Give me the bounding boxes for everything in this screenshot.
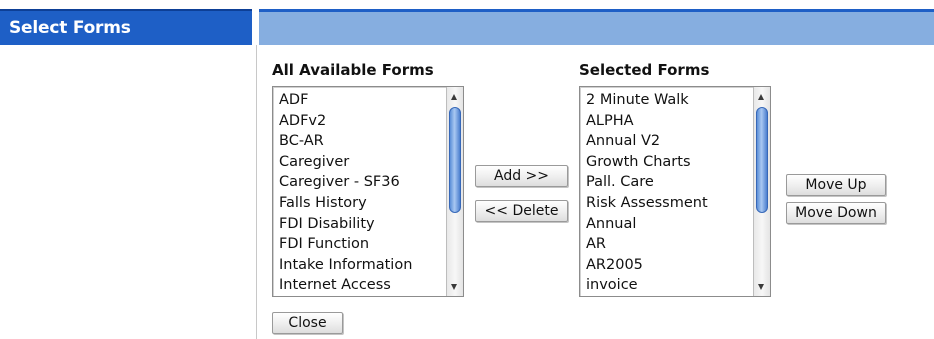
- select-forms-page: Select Forms All Available Forms ADF ADFv…: [0, 0, 934, 339]
- available-items: ADF ADFv2 BC-AR Caregiver Caregiver - SF36 Fa…: [279, 90, 441, 296]
- header-band: [259, 9, 934, 45]
- list-item[interactable]: AR2005: [586, 255, 748, 276]
- list-item[interactable]: Caregiver - SF36: [279, 172, 441, 193]
- list-item[interactable]: AR: [586, 234, 748, 255]
- list-item[interactable]: Growth Charts: [586, 152, 748, 173]
- column-divider: [256, 45, 257, 339]
- list-item[interactable]: Risk Assessment: [586, 193, 748, 214]
- selected-scrollbar[interactable]: [753, 87, 770, 296]
- arrow-up-icon[interactable]: [451, 94, 457, 100]
- list-item[interactable]: Pall. Care: [586, 172, 748, 193]
- selected-forms-list[interactable]: 2 Minute Walk ALPHA Annual V2 Growth Charts…: [579, 86, 771, 297]
- list-item[interactable]: BC-AR: [279, 131, 441, 152]
- list-item[interactable]: invoice: [586, 275, 748, 296]
- list-item[interactable]: ADF: [279, 90, 441, 111]
- list-item[interactable]: Annual V2: [586, 131, 748, 152]
- list-item[interactable]: FDI Function: [279, 234, 441, 255]
- move-up-button[interactable]: Move Up: [786, 174, 886, 196]
- selected-scroll-thumb[interactable]: [756, 107, 768, 213]
- available-forms-title: All Available Forms: [272, 61, 434, 79]
- move-down-button[interactable]: Move Down: [786, 202, 886, 224]
- list-item[interactable]: ADFv2: [279, 111, 441, 132]
- list-item[interactable]: 2 Minute Walk: [586, 90, 748, 111]
- section-title: Select Forms: [9, 18, 131, 38]
- arrow-down-icon[interactable]: [758, 284, 764, 290]
- list-item[interactable]: Caregiver: [279, 152, 441, 173]
- list-item[interactable]: Internet Access: [279, 275, 441, 296]
- arrow-down-icon[interactable]: [451, 284, 457, 290]
- add-button[interactable]: Add >>: [475, 165, 568, 187]
- selected-forms-title: Selected Forms: [579, 61, 710, 79]
- close-button[interactable]: Close: [272, 312, 343, 334]
- list-item[interactable]: Intake Information: [279, 255, 441, 276]
- section-header: Select Forms: [0, 9, 252, 45]
- available-scroll-thumb[interactable]: [449, 107, 461, 213]
- list-item[interactable]: FDI Disability: [279, 214, 441, 235]
- selected-items: 2 Minute Walk ALPHA Annual V2 Growth Charts…: [586, 90, 748, 296]
- arrow-up-icon[interactable]: [758, 94, 764, 100]
- available-forms-list[interactable]: ADF ADFv2 BC-AR Caregiver Caregiver - SF36 Fa…: [272, 86, 464, 297]
- list-item[interactable]: ALPHA: [586, 111, 748, 132]
- list-item[interactable]: Falls History: [279, 193, 441, 214]
- list-item[interactable]: Annual: [586, 214, 748, 235]
- available-scrollbar[interactable]: [446, 87, 463, 296]
- delete-button[interactable]: << Delete: [475, 200, 568, 222]
